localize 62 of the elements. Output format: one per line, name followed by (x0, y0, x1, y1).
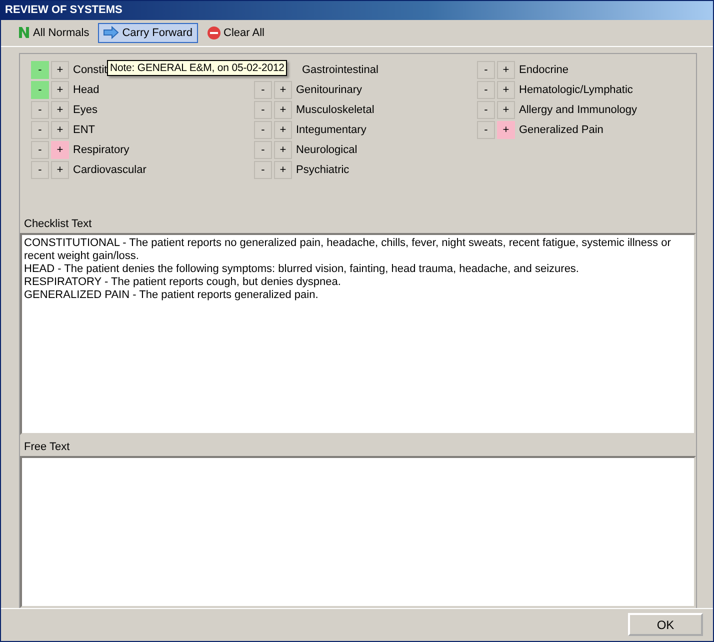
arrow-right-icon (103, 26, 120, 40)
checklist-label: Checklist Text (24, 218, 93, 230)
minus-button[interactable]: - (31, 160, 49, 179)
system-label: Endocrine (519, 64, 569, 76)
system-label: Neurological (296, 144, 358, 156)
minus-button[interactable]: - (31, 100, 49, 119)
minus-button[interactable]: - (31, 140, 49, 159)
system-label: Genitourinary (296, 84, 362, 96)
plus-button[interactable]: + (497, 100, 515, 119)
minus-button[interactable]: - (254, 80, 272, 99)
minus-button[interactable]: - (31, 120, 49, 139)
plus-button[interactable]: + (51, 120, 69, 139)
system-label: Respiratory (73, 144, 130, 156)
system-label: Cardiovascular (73, 164, 146, 176)
system-label: ENT (73, 124, 95, 136)
minus-button[interactable]: - (31, 60, 49, 79)
minus-button[interactable]: - (254, 120, 272, 139)
system-label: Psychiatric (296, 164, 350, 176)
system-label: Gastrointestinal (302, 64, 378, 76)
plus-button[interactable]: + (497, 80, 515, 99)
checklist-line: GENERALIZED PAIN - The patient reports generalized pain. (24, 288, 320, 302)
free-text-label: Free Text (24, 440, 71, 453)
minus-button[interactable]: - (254, 140, 272, 159)
checklist-line: RESPIRATORY - The patient reports cough, but denies dyspnea. (24, 276, 342, 289)
plus-button[interactable]: + (51, 80, 69, 99)
plus-button[interactable]: + (274, 80, 292, 99)
window-title: REVIEW OF SYSTEMS (1, 1, 713, 20)
ok-button[interactable]: OK (628, 613, 703, 636)
system-label: Generalized Pain (519, 124, 604, 136)
minus-button[interactable]: - (477, 120, 495, 139)
toolbar-button[interactable]: Clear All (202, 22, 270, 43)
system-label: Head (73, 84, 100, 96)
plus-button[interactable]: + (51, 140, 69, 159)
plus-button[interactable]: + (274, 100, 292, 119)
minus-button[interactable]: - (254, 100, 272, 119)
checklist-line: HEAD - The patient denies the following symptoms: blurred vision, fainting, head trauma, headache, and seizures. (24, 262, 580, 276)
no-entry-icon (206, 26, 221, 40)
letter-n-icon (18, 26, 30, 40)
minus-button[interactable]: - (31, 80, 49, 99)
plus-button[interactable]: + (274, 140, 292, 159)
system-label: Hematologic/Lymphatic (519, 84, 633, 96)
system-label: Musculoskeletal (296, 104, 374, 116)
system-label: Allergy and Immunology (519, 104, 638, 116)
minus-button[interactable]: - (477, 100, 495, 119)
plus-button[interactable]: + (497, 120, 515, 139)
toolbar-button[interactable]: Carry Forward (98, 22, 198, 43)
minus-button[interactable]: - (477, 60, 495, 79)
tooltip: Note: GENERAL E&M, on 05-02-2012 (107, 60, 288, 76)
system-label: Constit (73, 64, 108, 76)
minus-button[interactable]: - (254, 160, 272, 179)
plus-button[interactable]: + (497, 60, 515, 79)
toolbar-button[interactable]: All Normals (13, 22, 94, 43)
plus-button[interactable]: + (274, 120, 292, 139)
plus-button[interactable]: + (274, 160, 292, 179)
plus-button[interactable]: + (51, 60, 69, 79)
checklist-line: CONSTITUTIONAL - The patient reports no generalized pain, headache, chills, fever, night sweats, recent fatigue, systemic illness or recent weight gain/loss. (24, 236, 672, 263)
plus-button[interactable]: + (51, 160, 69, 179)
plus-button[interactable]: + (51, 100, 69, 119)
checklist-text-area[interactable] (20, 232, 696, 435)
minus-button[interactable]: - (477, 80, 495, 99)
system-label: Integumentary (296, 124, 366, 136)
system-label: Eyes (73, 104, 98, 116)
